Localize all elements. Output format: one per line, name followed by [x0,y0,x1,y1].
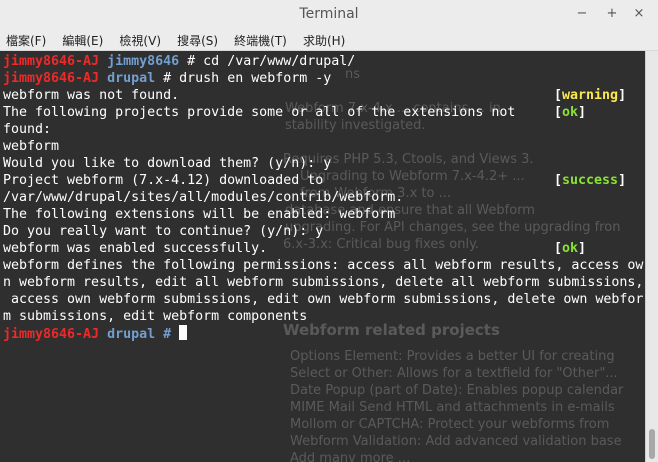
text-cursor [179,325,188,340]
menu-terminal[interactable]: 終端機(T) [228,32,292,51]
terminal-line: Would you like to download them? (y/n): … [3,155,643,172]
status-tag-warning: [warning] [554,88,627,103]
terminal-line: webform was not found. [warning] [3,87,643,104]
prompt-command: # [155,327,180,342]
terminal-line: jimmy8646-AJ jimmy8646 # cd /var/www/dru… [3,53,643,70]
terminal-line: Do you really want to continue? (y/n): y [3,223,643,240]
terminal-line: The following extensions will be enabled… [3,206,643,223]
output-text: The following projects provide some or a… [3,105,516,120]
prompt-user: jimmy8646-AJ [3,54,100,69]
background-doc-line: Select or Other: Allows for a textfield … [290,366,618,381]
terminal-line: n webform results, edit all webform subm… [3,274,643,291]
output-text: Project webform (7.x-4.12) downloaded to [3,173,324,188]
background-doc-line: Options Element: Provides a better UI fo… [290,349,615,364]
scrollbar-thumb[interactable] [649,429,655,459]
menu-file[interactable]: 檔案(F) [0,32,51,51]
terminal-line: webform was enabled successfully. [ok] [3,240,643,257]
output-text: Would you like to download them? (y/n): … [3,156,332,171]
prompt-user: jimmy8646-AJ [3,327,100,342]
menu-view[interactable]: 檢視(V) [113,32,166,51]
status-tag-ok: [ok] [554,105,587,120]
terminal-line: webform [3,138,643,155]
prompt-path: jimmy8646 [107,54,180,69]
close-button[interactable]: × [629,5,649,23]
window-title: Terminal [299,6,359,22]
output-text: The following extensions will be enabled… [3,207,396,222]
menu-edit[interactable]: 編輯(E) [56,32,108,51]
prompt-path: drupal [107,327,156,342]
terminal-output[interactable]: ns Webform 7.x-4.x ... contains ... in sta… [0,51,645,462]
terminal-line: Project webform (7.x-4.12) downloaded to… [3,172,643,189]
minimize-button[interactable]: − [572,5,592,23]
terminal-line: access own webform submissions, edit own… [3,291,643,308]
menu-help[interactable]: 求助(H) [297,32,350,51]
terminal-line: jimmy8646-AJ drupal # [3,325,643,342]
terminal-line: jimmy8646-AJ drupal # drush en webform -… [3,70,643,87]
prompt-command: # drush en webform -y [155,71,332,86]
prompt-command: # cd /var/www/drupal/ [179,54,356,69]
scrollbar[interactable] [645,51,658,462]
output-text: webform [3,139,60,154]
title-bar[interactable]: Terminal − + × [0,0,658,31]
output-text: n webform results, edit all webform subm… [3,275,644,290]
output-text: access own webform submissions, edit own… [3,292,644,307]
terminal-window: Terminal − + × 檔案(F) 編輯(E) 檢視(V) 搜尋(S) 終… [0,0,658,462]
menu-search[interactable]: 搜尋(S) [171,32,223,51]
menu-bar: 檔案(F) 編輯(E) 檢視(V) 搜尋(S) 終端機(T) 求助(H) [0,30,658,51]
background-doc-line: Date Popup (part of Date): Enables popup… [290,383,624,398]
output-text: Do you really want to continue? (y/n): y [3,224,324,239]
terminal-lines: jimmy8646-AJ jimmy8646 # cd /var/www/dru… [3,53,643,342]
terminal-line: found: [3,121,643,138]
output-text: webform was enabled successfully. [3,241,268,256]
background-doc-line: MIME Mail Send HTML and attachments in e… [290,400,615,415]
output-text: webform defines the following permission… [3,258,644,273]
output-text: m submissions, edit webform components [3,309,308,324]
status-tag-ok: [ok] [554,241,587,256]
prompt-user: jimmy8646-AJ [3,71,100,86]
background-doc-line: Webform Validation: Add advanced validat… [290,434,622,449]
terminal-line: m submissions, edit webform components [3,308,643,325]
terminal-line: webform defines the following permission… [3,257,643,274]
output-text: webform was not found. [3,88,180,103]
terminal-line: /var/www/drupal/sites/all/modules/contri… [3,189,643,206]
status-tag-success: [success] [554,173,627,188]
prompt-path: drupal [107,71,156,86]
background-doc-line: Mollom or CAPTCHA: Protect your webforms… [290,417,610,432]
terminal-line: The following projects provide some or a… [3,104,643,121]
output-text: /var/www/drupal/sites/all/modules/contri… [3,190,404,205]
maximize-button[interactable]: + [602,5,622,23]
output-text: found: [3,122,52,137]
background-doc-line: Add many more ... [290,451,411,462]
